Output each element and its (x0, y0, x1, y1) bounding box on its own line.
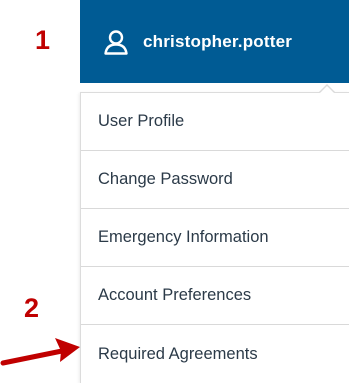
dropdown-caret-fill (319, 86, 335, 94)
user-menu-toggle[interactable]: christopher.potter (80, 0, 349, 83)
step-2-label: 2 (24, 293, 40, 323)
menu-item-change-password[interactable]: Change Password (81, 151, 349, 209)
step-1-label: 1 (35, 25, 51, 55)
screenshot-stage: 1 christopher.potter User Profile Change… (0, 0, 349, 383)
user-icon (103, 29, 129, 55)
username-label: christopher.potter (143, 31, 293, 51)
menu-item-required-agreements[interactable]: Required Agreements (81, 325, 349, 383)
menu-item-account-preferences[interactable]: Account Preferences (81, 267, 349, 325)
pointer-arrow-icon (0, 338, 80, 366)
user-dropdown-menu: User Profile Change Password Emergency I… (80, 92, 349, 383)
menu-item-user-profile[interactable]: User Profile (81, 93, 349, 151)
menu-item-emergency-information[interactable]: Emergency Information (81, 209, 349, 267)
